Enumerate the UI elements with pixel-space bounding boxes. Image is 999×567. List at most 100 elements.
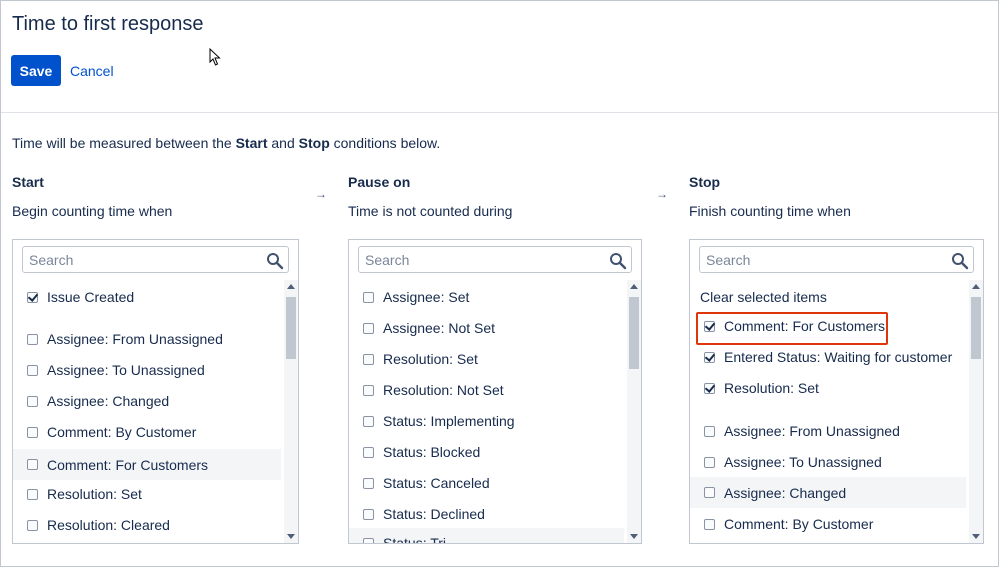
list-item[interactable]: Status: Canceled <box>349 469 624 497</box>
start-subtitle: Begin counting time when <box>12 203 173 219</box>
intro-stop-word: Stop <box>298 135 330 151</box>
checkbox[interactable] <box>363 415 374 427</box>
checkbox[interactable] <box>704 425 715 437</box>
intro-start-word: Start <box>235 135 268 151</box>
list-item[interactable]: Assignee: Changed <box>690 477 966 508</box>
list-item[interactable]: Resolution: Cleared <box>13 511 281 539</box>
list-item[interactable]: Issue Created <box>13 283 281 311</box>
scroll-up-icon[interactable] <box>630 284 638 289</box>
item-label: Assignee: To Unassigned <box>47 362 205 378</box>
item-label: Resolution: Set <box>724 380 819 396</box>
checkbox[interactable] <box>704 382 715 394</box>
list-item[interactable]: Assignee: Changed <box>13 387 281 415</box>
checkbox[interactable] <box>704 487 715 498</box>
item-label: Status: Declined <box>383 506 485 522</box>
search-icon[interactable] <box>266 252 284 270</box>
stop-search-input[interactable] <box>700 247 973 272</box>
checkbox[interactable] <box>27 459 38 470</box>
checkbox[interactable] <box>27 291 38 303</box>
start-scrollbar[interactable] <box>284 280 298 543</box>
item-label: Issue Created <box>47 289 135 305</box>
stop-conditions-panel: Clear selected items Comment: For Custom… <box>689 239 984 544</box>
list-item[interactable]: Resolution: Set <box>690 374 966 402</box>
pause-search-input[interactable] <box>359 247 631 272</box>
checkbox[interactable] <box>27 426 38 438</box>
checkbox[interactable] <box>27 364 38 376</box>
checkbox[interactable] <box>363 291 374 303</box>
checkbox[interactable] <box>27 519 38 531</box>
pause-heading: Pause on <box>348 174 411 190</box>
item-label: Assignee: Changed <box>724 484 847 501</box>
checkbox[interactable] <box>363 537 374 543</box>
checkbox[interactable] <box>27 488 38 500</box>
header-divider <box>1 112 998 113</box>
scrollbar-thumb[interactable] <box>286 297 296 359</box>
item-label: Assignee: Set <box>383 289 470 305</box>
scrollbar-thumb[interactable] <box>629 297 639 369</box>
checkbox[interactable] <box>363 508 374 520</box>
item-label: Entered Status: Waiting for customer <box>724 349 953 365</box>
checkbox[interactable] <box>363 446 374 458</box>
stop-search-box <box>699 246 974 273</box>
start-condition-list: Issue Created Assignee: From Unassigned … <box>13 280 281 543</box>
checkbox[interactable] <box>27 333 38 345</box>
start-search-input[interactable] <box>23 247 288 272</box>
item-label: Status: Blocked <box>383 444 481 460</box>
checkbox[interactable] <box>363 353 374 365</box>
list-item[interactable]: Assignee: Set <box>349 283 624 311</box>
list-item[interactable]: Comment: For Customers <box>13 449 281 480</box>
highlight-box <box>696 312 888 345</box>
scrollbar-thumb[interactable] <box>971 297 981 359</box>
item-label: Assignee: To Unassigned <box>724 454 882 470</box>
intro-before: Time will be measured between the <box>12 135 236 151</box>
checkbox[interactable] <box>704 518 715 530</box>
item-label: Comment: By Customer <box>47 424 197 440</box>
item-label: Status: Implementing <box>383 413 515 429</box>
pause-search-box <box>358 246 632 273</box>
scroll-down-icon[interactable] <box>972 534 980 539</box>
item-label: Assignee: From Unassigned <box>724 423 900 439</box>
list-item[interactable]: Status: Declined <box>349 500 624 528</box>
pause-subtitle: Time is not counted during <box>348 203 513 219</box>
scroll-down-icon[interactable] <box>287 534 295 539</box>
list-item[interactable]: Comment: By Customer <box>13 418 281 446</box>
search-icon[interactable] <box>609 252 627 270</box>
list-item[interactable]: Status: Tri... <box>349 528 624 543</box>
list-item[interactable]: Status: Implementing <box>349 407 624 435</box>
list-item[interactable]: Assignee: From Unassigned <box>13 325 281 353</box>
checkbox[interactable] <box>704 456 715 468</box>
stop-scrollbar[interactable] <box>969 280 983 543</box>
intro-text: Time will be measured between the Start … <box>12 135 440 151</box>
save-button[interactable]: Save <box>11 55 61 86</box>
pause-conditions-panel: Assignee: Set Assignee: Not Set Resoluti… <box>348 239 642 544</box>
arrow-right-icon: → <box>315 187 327 201</box>
list-item[interactable]: Resolution: Set <box>13 480 281 508</box>
checkbox[interactable] <box>363 477 374 489</box>
mouse-cursor-icon <box>209 47 221 71</box>
scroll-down-icon[interactable] <box>630 534 638 539</box>
list-item[interactable]: Assignee: To Unassigned <box>690 448 966 476</box>
checkbox[interactable] <box>704 351 715 363</box>
checkbox[interactable] <box>27 395 38 407</box>
stop-subtitle: Finish counting time when <box>689 203 851 219</box>
list-item[interactable]: Assignee: To Unassigned <box>13 356 281 384</box>
cancel-link[interactable]: Cancel <box>70 63 114 79</box>
item-label: Assignee: From Unassigned <box>47 331 223 347</box>
arrow-right-icon: → <box>656 187 668 201</box>
checkbox[interactable] <box>363 384 374 396</box>
list-item[interactable]: Status: Blocked <box>349 438 624 466</box>
list-item[interactable]: Comment: By Customer <box>690 510 966 538</box>
stop-heading: Stop <box>689 174 721 190</box>
list-item[interactable]: Assignee: From Unassigned <box>690 417 966 445</box>
pause-scrollbar[interactable] <box>627 280 641 543</box>
scroll-up-icon[interactable] <box>287 284 295 289</box>
scroll-up-icon[interactable] <box>972 284 980 289</box>
list-item[interactable]: Entered Status: Waiting for customer <box>690 343 966 371</box>
start-conditions-panel: Issue Created Assignee: From Unassigned … <box>12 239 299 544</box>
list-item[interactable]: Resolution: Not Set <box>349 376 624 404</box>
list-item[interactable]: Resolution: Set <box>349 345 624 373</box>
list-item[interactable]: Assignee: Not Set <box>349 314 624 342</box>
search-icon[interactable] <box>951 252 969 270</box>
checkbox[interactable] <box>363 322 374 334</box>
item-label: Assignee: Changed <box>47 393 170 409</box>
